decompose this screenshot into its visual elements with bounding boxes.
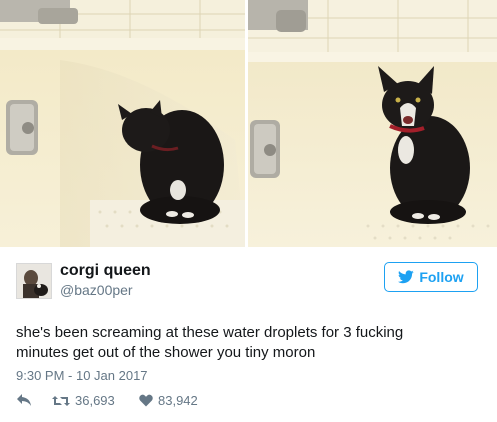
heart-icon [139, 394, 153, 407]
follow-label: Follow [419, 269, 464, 285]
user-handle[interactable]: @baz00per [60, 282, 133, 298]
follow-button[interactable]: Follow [384, 262, 478, 292]
avatar-image [17, 264, 51, 298]
tweet-media [0, 0, 497, 247]
photo-cat-looking-down[interactable] [0, 0, 245, 247]
avatar[interactable] [16, 263, 52, 299]
display-name[interactable]: corgi queen [60, 262, 151, 280]
reply-icon [17, 394, 31, 406]
photo-cat-screaming[interactable] [248, 0, 497, 247]
tweet-text-line-1: she's been screaming at these water drop… [16, 324, 404, 341]
cat-photo-left-image [0, 0, 245, 247]
tweet-text: she's been screaming at these water drop… [16, 323, 486, 363]
retweet-count: 36,693 [75, 393, 115, 408]
retweet-icon [52, 395, 70, 406]
like-button[interactable]: 83,942 [139, 393, 198, 408]
twitter-bird-icon [398, 270, 415, 284]
reply-button[interactable] [16, 393, 32, 407]
like-count: 83,942 [158, 393, 198, 408]
cat-photo-right-image [248, 0, 497, 247]
tweet-card: corgi queen @baz00per Follow she's been … [0, 247, 497, 422]
retweet-button[interactable]: 36,693 [52, 393, 115, 408]
tweet-text-line-2: minutes get out of the shower you tiny m… [16, 344, 316, 361]
tweet-timestamp[interactable]: 9:30 PM - 10 Jan 2017 [16, 368, 148, 383]
